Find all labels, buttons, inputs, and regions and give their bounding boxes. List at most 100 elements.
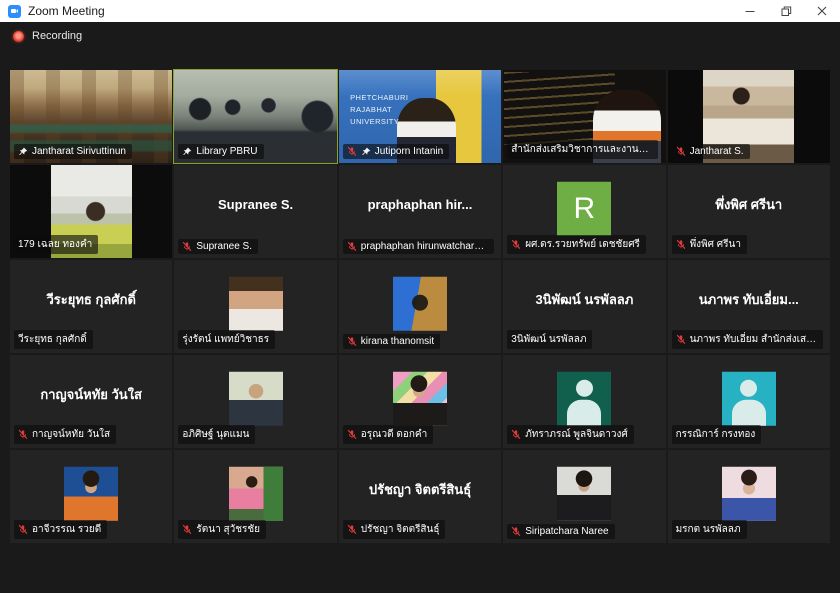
participant-tile[interactable]: อภิศิษฐ์ นุตแมน <box>174 355 336 448</box>
participant-tile[interactable]: Jantharat S. <box>668 70 830 163</box>
participant-name-label: ภัทราภรณ์ พูลจินดาวงศ์ <box>525 427 628 442</box>
participant-name-label: อาจีวรรณ รวยดี <box>32 522 101 537</box>
participant-name-tag: มรกต นรพัลลภ <box>672 520 747 539</box>
muted-mic-icon <box>676 239 686 250</box>
muted-mic-icon <box>511 429 521 440</box>
participant-name-tag: Library PBRU <box>178 144 263 159</box>
recording-indicator: Recording <box>13 30 82 42</box>
participant-name-tag: Jutiporn Intanin <box>343 144 449 159</box>
participant-name-label: kirana thanomsit <box>361 336 434 347</box>
participant-name-label: รัตนา สุวัชรชัย <box>196 522 260 537</box>
participant-name-label: สำนักส่งเสริมวิชาการและงานทะเบียน... <box>511 142 652 157</box>
participant-name-label: 3นิพัฒน์ นรพัลลภ <box>511 332 586 347</box>
recording-label: Recording <box>32 30 82 42</box>
participant-tile[interactable]: 3นิพัฒน์ นรพัลลภ 3นิพัฒน์ นรพัลลภ <box>503 260 665 353</box>
participant-tile[interactable]: กรรณิการ์ กรงทอง <box>668 355 830 448</box>
avatar-head <box>576 379 593 396</box>
minimize-icon <box>745 6 755 16</box>
close-icon <box>817 6 827 16</box>
participant-name-label: อภิศิษฐ์ นุตแมน <box>182 427 249 442</box>
restore-button[interactable] <box>768 0 804 22</box>
participant-photo-avatar <box>229 371 283 425</box>
participant-tile[interactable]: praphaphan hir... praphaphan hirunwatcha… <box>339 165 501 258</box>
participant-display-name: 3นิพัฒน์ นรพัลลภ <box>503 260 665 339</box>
pin-icon <box>182 147 192 157</box>
participant-tile[interactable]: 179 เฉลย ทองคำ <box>10 165 172 258</box>
muted-mic-icon <box>347 146 357 157</box>
window-title: Zoom Meeting <box>28 4 105 18</box>
muted-mic-icon <box>347 429 357 440</box>
participant-tile[interactable]: นภาพร ทับเอี่ยม... นภาพร ทับเอี่ยม สำนัก… <box>668 260 830 353</box>
virtual-background-text: PHETCHABURI RAJABHAT UNIVERSITY <box>350 92 408 128</box>
participant-tile[interactable]: พึ่งพิศ ศรีนา พึ่งพิศ ศรีนา <box>668 165 830 258</box>
participant-name-label: Jantharat Sirivuttinun <box>32 146 126 157</box>
participant-photo-avatar <box>393 371 447 425</box>
participant-tile[interactable]: kirana thanomsit <box>339 260 501 353</box>
participant-name-tag: Siripatchara Naree <box>507 524 614 539</box>
participant-name-label: กาญจน์หทัย วันใส <box>32 427 110 442</box>
participant-tile[interactable]: รัตนา สุวัชรชัย <box>174 450 336 543</box>
participant-name-label: Jutiporn Intanin <box>375 146 443 157</box>
participant-tile[interactable]: ปรัชญา จิตตรีสินธุ์ ปรัชญา จิตตรีสินธุ์ <box>339 450 501 543</box>
participant-tile[interactable]: รุ่งรัตน์ แพทย์วิชาธร <box>174 260 336 353</box>
recording-dot-icon <box>13 31 24 42</box>
participant-name-tag: พึ่งพิศ ศรีนา <box>672 235 747 254</box>
participant-name-label: ปรัชญา จิตตรีสินธุ์ <box>361 522 440 537</box>
participant-tile[interactable]: มรกต นรพัลลภ <box>668 450 830 543</box>
participant-name-tag: 3นิพัฒน์ นรพัลลภ <box>507 330 592 349</box>
participant-display-name: praphaphan hir... <box>339 165 501 244</box>
participant-display-name: นภาพร ทับเอี่ยม... <box>668 260 830 339</box>
participant-tile[interactable]: Jantharat Sirivuttinun <box>10 70 172 163</box>
participant-tile[interactable]: สำนักส่งเสริมวิชาการและงานทะเบียน... <box>503 70 665 163</box>
participant-grid: Jantharat Sirivuttinun Library PBRU PHET… <box>10 70 830 543</box>
pin-icon <box>361 147 371 157</box>
participant-name-tag: อาจีวรรณ รวยดี <box>14 520 107 539</box>
participant-tile[interactable]: Library PBRU <box>174 70 336 163</box>
participant-tile[interactable]: อาจีวรรณ รวยดี <box>10 450 172 543</box>
participant-name-label: กรรณิการ์ กรงทอง <box>676 427 756 442</box>
participant-tile[interactable]: ภัทราภรณ์ พูลจินดาวงศ์ <box>503 355 665 448</box>
avatar-head <box>740 379 757 396</box>
participant-tile[interactable]: อรุณวดี ดอกคำ <box>339 355 501 448</box>
participant-name-label: Siripatchara Naree <box>525 526 608 537</box>
participant-name-label: รุ่งรัตน์ แพทย์วิชาธร <box>182 332 269 347</box>
participant-name-tag: อภิศิษฐ์ นุตแมน <box>178 425 255 444</box>
muted-mic-icon <box>511 239 521 250</box>
participant-name-label: praphaphan hirunwatchara... <box>361 241 488 252</box>
muted-mic-icon <box>347 336 357 347</box>
muted-mic-icon <box>676 334 686 345</box>
participant-name-tag: Jantharat S. <box>672 144 750 159</box>
minimize-button[interactable] <box>732 0 768 22</box>
participant-name-tag: นภาพร ทับเอี่ยม สำนักส่งเสริมวิ... <box>672 330 823 349</box>
participant-name-label: วีระยุทธ กุลศักดิ์ <box>18 332 87 347</box>
meeting-area: Recording Jantharat Sirivuttinun <box>0 22 840 593</box>
participant-photo-avatar <box>557 466 611 520</box>
close-button[interactable] <box>804 0 840 22</box>
participant-name-tag: 179 เฉลย ทองคำ <box>14 235 98 254</box>
muted-mic-icon <box>511 526 521 537</box>
participant-name-label: ผศ.ดร.รวยทรัพย์ เดชชัยศรี <box>525 237 640 252</box>
muted-mic-icon <box>18 524 28 535</box>
participant-photo-avatar <box>64 466 118 520</box>
participant-name-tag: วีระยุทธ กุลศักดิ์ <box>14 330 93 349</box>
participant-tile[interactable]: PHETCHABURI RAJABHAT UNIVERSITY Jutiporn… <box>339 70 501 163</box>
participant-name-label: Jantharat S. <box>690 146 744 157</box>
participant-tile[interactable]: วีระยุทธ กุลศักดิ์ วีระยุทธ กุลศักดิ์ <box>10 260 172 353</box>
muted-mic-icon <box>676 146 686 157</box>
participant-name-tag: kirana thanomsit <box>343 334 440 349</box>
muted-mic-icon <box>182 524 192 535</box>
participant-photo-avatar <box>229 276 283 330</box>
participant-name-tag: สำนักส่งเสริมวิชาการและงานทะเบียน... <box>507 140 658 159</box>
participant-name-tag: ผศ.ดร.รวยทรัพย์ เดชชัยศรี <box>507 235 646 254</box>
participant-tile[interactable]: Supranee S. Supranee S. <box>174 165 336 258</box>
participant-silhouette-avatar <box>557 371 611 425</box>
participant-tile[interactable]: Siripatchara Naree <box>503 450 665 543</box>
participant-name-tag: praphaphan hirunwatchara... <box>343 239 494 254</box>
participant-display-name: กาญจน์หทัย วันใส <box>10 355 172 434</box>
participant-tile[interactable]: กาญจน์หทัย วันใส กาญจน์หทัย วันใส <box>10 355 172 448</box>
participant-name-label: มรกต นรพัลลภ <box>676 522 741 537</box>
participant-name-tag: กรรณิการ์ กรงทอง <box>672 425 762 444</box>
participant-letter-avatar: R <box>557 181 611 235</box>
participant-photo-avatar <box>229 466 283 520</box>
participant-tile[interactable]: R ผศ.ดร.รวยทรัพย์ เดชชัยศรี <box>503 165 665 258</box>
